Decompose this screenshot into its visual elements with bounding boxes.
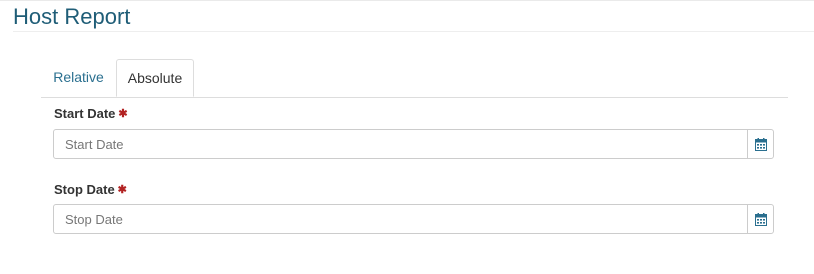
page-title: Host Report xyxy=(13,4,131,29)
start-date-input[interactable] xyxy=(54,130,747,158)
start-date-calendar-button[interactable] xyxy=(747,130,773,158)
start-date-label-text: Start Date xyxy=(54,106,116,121)
tab-relative[interactable]: Relative xyxy=(41,59,116,96)
date-mode-tabs: Relative Absolute xyxy=(41,59,788,98)
stop-date-input-group xyxy=(53,204,774,234)
stop-date-input[interactable] xyxy=(54,205,747,233)
required-asterisk-icon: ✱ xyxy=(118,108,128,120)
calendar-icon xyxy=(754,137,767,151)
required-asterisk-icon: ✱ xyxy=(117,184,127,196)
stop-date-calendar-button[interactable] xyxy=(747,205,773,233)
host-report-page: Host Report Relative Absolute Start Date… xyxy=(0,0,814,274)
stop-date-label: Stop Date ✱ xyxy=(54,182,127,197)
title-divider xyxy=(13,31,814,32)
calendar-icon xyxy=(754,212,767,226)
start-date-input-group xyxy=(53,129,774,159)
tab-absolute[interactable]: Absolute xyxy=(116,59,194,97)
stop-date-label-text: Stop Date xyxy=(54,182,115,197)
top-divider xyxy=(0,0,814,1)
start-date-label: Start Date ✱ xyxy=(54,106,128,121)
